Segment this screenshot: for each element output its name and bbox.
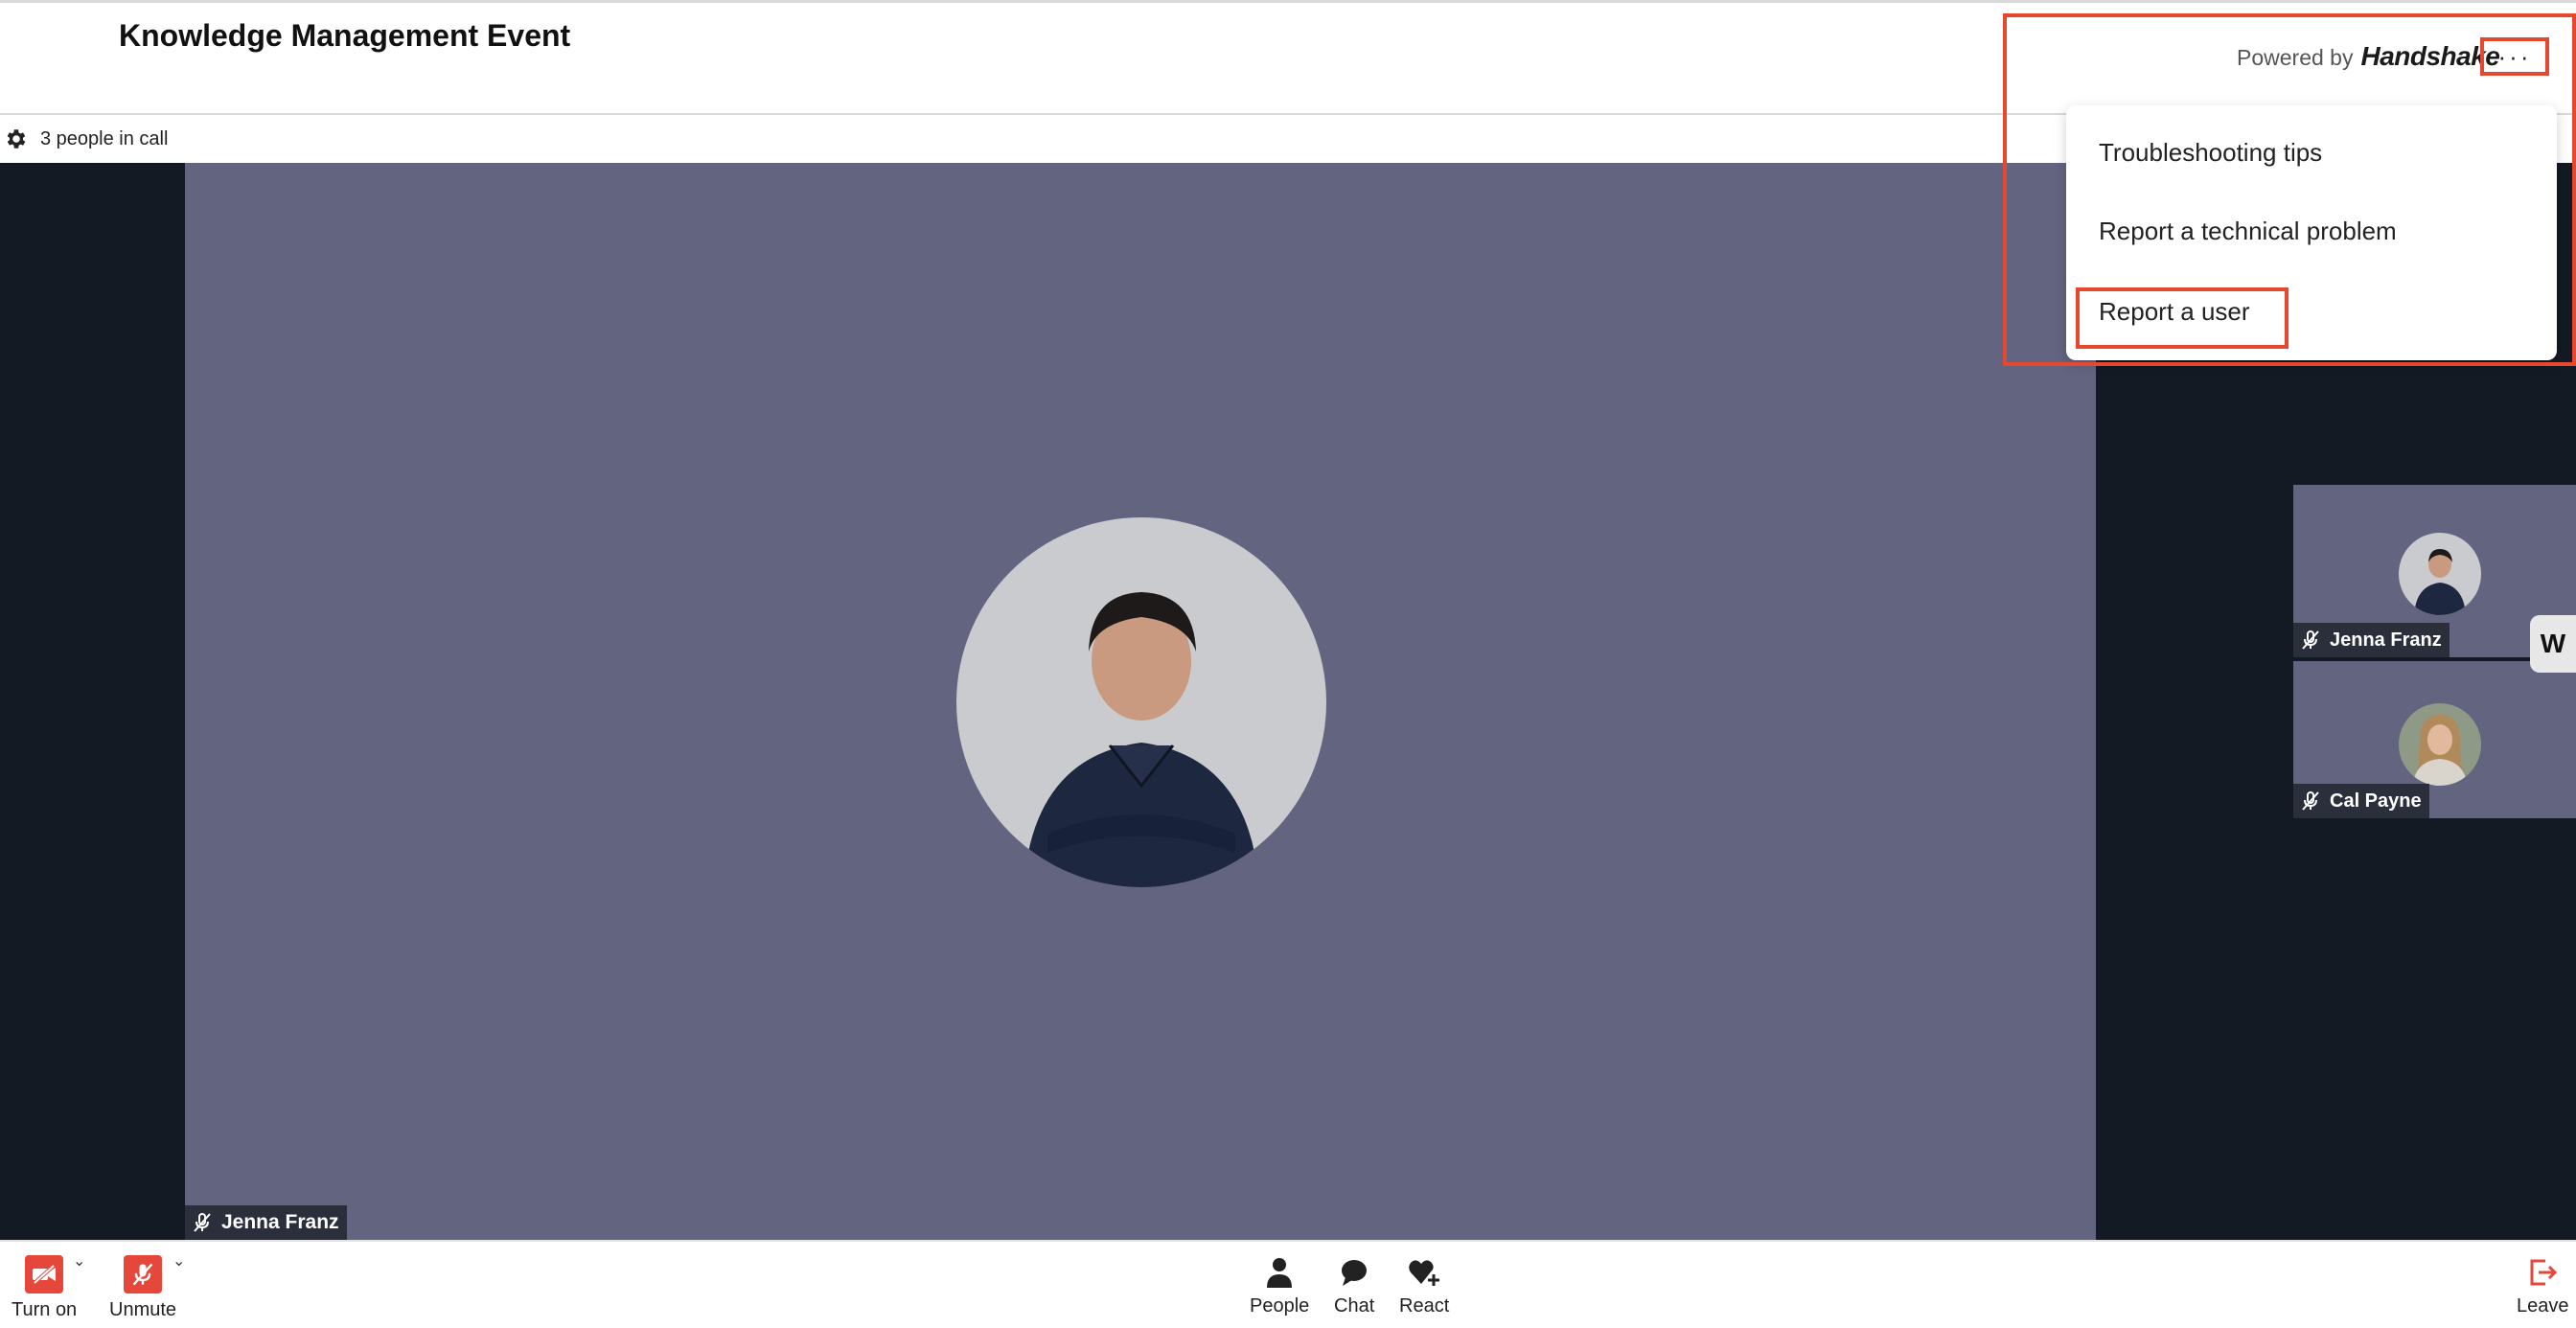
main-video-tile[interactable]: Jenna Franz (185, 163, 2096, 1240)
person-icon (1267, 1258, 1293, 1288)
participant-nameplate: Jenna Franz (2293, 623, 2450, 657)
mic-button[interactable]: Unmute (109, 1255, 176, 1321)
leave-label: Leave (2517, 1295, 2569, 1317)
menu-item-report-technical-problem[interactable]: Report a technical problem (2099, 217, 2397, 246)
side-widget-button[interactable]: W (2530, 615, 2576, 673)
participant-nameplate: Cal Payne (2293, 784, 2429, 818)
handshake-logo: Handshake (2360, 41, 2500, 71)
mic-label: Unmute (109, 1299, 177, 1320)
more-options-menu: Troubleshooting tips Report a technical … (2066, 105, 2557, 360)
event-title: Knowledge Management Event (119, 18, 571, 53)
camera-off-icon (25, 1255, 64, 1294)
leave-icon (2530, 1259, 2558, 1286)
participant-name: Jenna Franz (2330, 629, 2442, 651)
react-label: React (1399, 1295, 1450, 1317)
mic-off-icon (2302, 630, 2319, 650)
camera-label: Turn on (12, 1299, 78, 1320)
chat-bubble-icon (1342, 1260, 1368, 1286)
gear-icon[interactable] (4, 126, 29, 151)
people-in-call-count: 3 people in call (40, 127, 169, 149)
people-button[interactable]: People (1250, 1255, 1309, 1317)
powered-by: Powered by Handshake (2237, 41, 2500, 72)
powered-by-label: Powered by (2237, 45, 2354, 70)
mic-off-icon (2302, 791, 2319, 811)
participant-avatar (2399, 703, 2481, 786)
menu-item-troubleshooting-tips[interactable]: Troubleshooting tips (2099, 138, 2322, 168)
mic-off-icon (194, 1213, 211, 1232)
chat-label: Chat (1334, 1295, 1375, 1317)
mic-off-icon (124, 1255, 163, 1294)
leave-button[interactable]: Leave (2517, 1255, 2569, 1317)
camera-options-chevron-icon[interactable]: ⌄ (73, 1251, 85, 1271)
participant-name: Cal Payne (2330, 790, 2422, 812)
people-label: People (1250, 1295, 1310, 1317)
more-options-button[interactable]: ··· (2480, 37, 2549, 76)
heart-plus-icon (1409, 1260, 1440, 1286)
main-participant-avatar (956, 517, 1326, 887)
control-bar: Turn on ⌄ Unmute ⌄ People Chat React Lea… (0, 1240, 2576, 1328)
chat-button[interactable]: Chat (1334, 1255, 1374, 1317)
menu-item-report-user[interactable]: Report a user (2099, 297, 2250, 327)
participant-name: Jenna Franz (221, 1211, 339, 1233)
main-participant-nameplate: Jenna Franz (185, 1205, 347, 1240)
participant-avatar (2399, 533, 2481, 615)
top-header: Knowledge Management Event Powered by Ha… (0, 0, 2576, 115)
camera-button[interactable]: Turn on (12, 1255, 77, 1321)
react-button[interactable]: React (1399, 1255, 1449, 1317)
participant-tile[interactable]: Cal Payne (2293, 661, 2576, 818)
mic-options-chevron-icon[interactable]: ⌄ (172, 1251, 185, 1271)
